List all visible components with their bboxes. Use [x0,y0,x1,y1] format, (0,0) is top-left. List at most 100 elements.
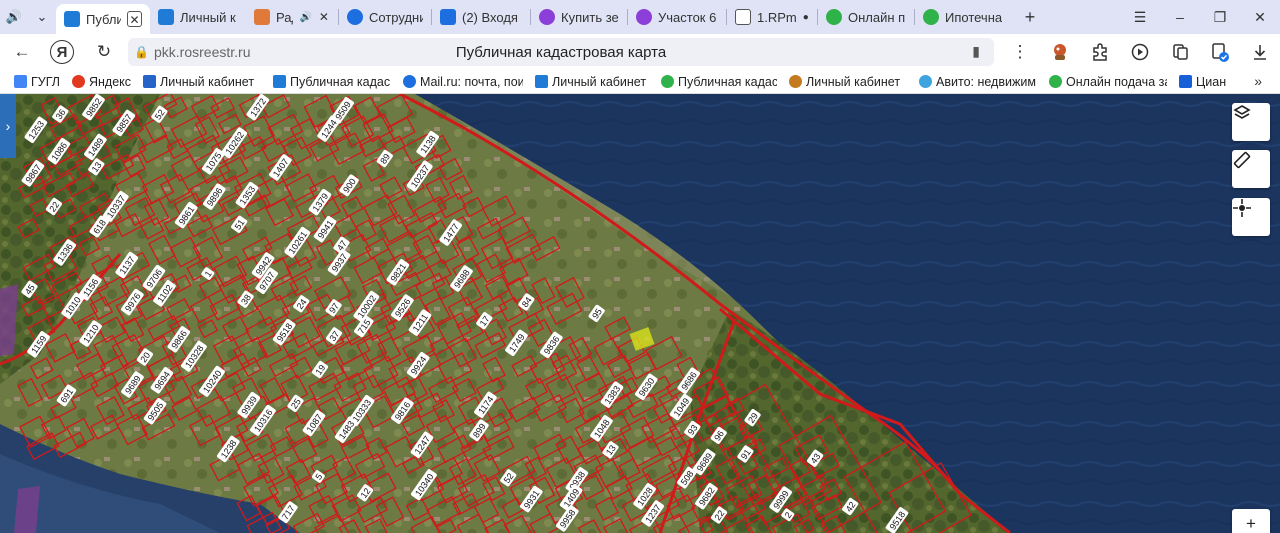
close-icon[interactable]: ✕ [318,9,330,25]
bookmark-label: Онлайн подача за [1066,74,1168,89]
tab-pkk[interactable]: Публи ✕ [56,4,150,34]
tab-lichny[interactable]: Личный к [150,3,246,31]
tab-rpm[interactable]: 1.RPm ● [727,3,817,31]
toolbar-right: ⋮ [1000,34,1280,70]
tab-title: Личный к [180,9,236,25]
bookmark-item[interactable]: Публичная кадас [661,75,777,89]
document-icon [735,9,751,25]
protect-check-icon[interactable] [1200,36,1240,68]
bookmark-label: Яндекс [88,74,132,89]
bookmark-item[interactable]: Циан [1179,75,1226,89]
page-title: Публичная кадастровая карта [455,43,667,61]
check-icon [661,75,675,88]
bookmark-label: Авито: недвижим [936,74,1036,89]
bookmark-label: Циан [1196,74,1227,89]
bookmark-item[interactable]: Публичная кадас [273,75,391,89]
tab-title: Ипотечна [945,9,1003,25]
minimize-button[interactable]: – [1160,0,1200,34]
tab-online[interactable]: Онлайн п [818,3,914,31]
zoom-in-button[interactable]: + [1232,509,1270,533]
bookmark-item[interactable]: Авито: недвижим [919,75,1037,89]
bookmark-label: Публичная кадас [678,74,778,89]
cadastral-map[interactable]: 9924 1 52 2 1407 9816 9518 25 36 22 24 13 17 9937 9938… [0,94,1280,533]
tab-title: Участок 6 [658,9,717,25]
tab-kupit[interactable]: Купить зе [531,3,627,31]
bookmark-label: Личный кабинет [160,74,255,89]
bookmark-item[interactable]: Яндекс [71,74,132,89]
bookmark-item[interactable]: Личный кабинет [789,75,907,89]
rosreestr-icon [273,75,287,88]
close-icon[interactable]: ✕ [127,11,142,27]
url-text[interactable]: pkk.rosreestr.ru [154,44,250,60]
bookmark-label: Mail.ru: почта, пои [420,74,524,89]
domclick-icon [826,9,842,25]
mail-at-icon [403,75,417,88]
yandex-button[interactable]: Я [50,40,74,64]
mail-at-icon [347,9,363,25]
rosreestr-icon [64,11,80,27]
collections-icon[interactable] [1160,36,1200,68]
layers-button[interactable] [1232,103,1270,141]
close-window-button[interactable]: ✕ [1240,0,1280,34]
navigation-bar: ← Я ↻ 🔒 pkk.rosreestr.ru Публичная кадас… [0,34,1280,70]
tab-inbox[interactable]: (2) Входя [432,3,530,31]
bookmark-label: ГУГЛ [31,74,60,89]
tab-title: Онлайн п [848,9,906,25]
cian-icon [1179,75,1193,88]
tab-title: Сотрудни [369,9,423,25]
extensions-puzzle-icon[interactable] [1080,36,1120,68]
mail-icon [440,9,456,25]
tab-strip: 🔊 ⌄ Публи ✕ Личный к Рад 🔊 ✕ Сотрудни (2… [0,0,1280,34]
more-menu-button[interactable]: ⋮ [1000,36,1040,68]
address-bar[interactable]: 🔒 pkk.rosreestr.ru Публичная кадастровая… [128,38,994,66]
gosuslugi-icon [143,75,157,88]
rosreestr-icon [535,75,549,88]
google-icon [14,75,27,88]
menu-icon[interactable]: ☰ [1120,0,1160,34]
bookmark-label: Личный кабинет [552,74,647,89]
sidebar-toggle-button[interactable]: › [0,94,16,158]
restore-button[interactable]: ❐ [1200,0,1240,34]
audio-icon[interactable]: 🔊 [299,12,311,23]
cabinet-icon [789,75,803,88]
bookmarks-overflow-button[interactable]: » [1254,73,1262,89]
ruler-icon [1233,151,1251,169]
bookmark-item[interactable]: Mail.ru: почта, пои [403,75,523,89]
unsaved-dot-icon: ● [802,11,809,23]
bookmarks-bar: ГУГЛ Яндекс Личный кабинет Публичная кад… [0,70,1280,94]
avito-icon [636,9,652,25]
new-tab-button[interactable]: + [1017,4,1043,30]
bookmark-item[interactable]: Онлайн подача за [1049,75,1167,89]
bookmark-label: Личный кабинет [806,74,901,89]
media-play-icon[interactable] [1120,36,1160,68]
reload-button[interactable]: ↻ [88,36,120,68]
layers-icon [1233,105,1251,119]
extension-avatar-icon[interactable] [1040,36,1080,68]
tab-title: 1.RPm [757,9,797,25]
audio-icon[interactable]: 🔊 [0,3,28,31]
tab-uchastok[interactable]: Участок 6 [628,3,726,31]
bookmark-icon[interactable]: ▮ [972,43,980,60]
crosshair-icon [1233,199,1251,217]
bookmark-item[interactable]: Личный кабинет [535,75,649,89]
tab-radio[interactable]: Рад 🔊 ✕ [246,3,338,31]
avito-icon [539,9,555,25]
map-canvas[interactable]: 9924152214079816951825362224131799379938… [0,94,1280,533]
special-zone [14,486,40,533]
locate-button[interactable] [1232,198,1270,236]
tab-sotrudnik[interactable]: Сотрудни [339,3,431,31]
ruler-button[interactable] [1232,150,1270,188]
bookmark-item[interactable]: ГУГЛ [14,75,60,89]
lock-icon: 🔒 [134,45,149,59]
avito-icon [919,75,933,88]
back-button[interactable]: ← [6,36,38,68]
bookmark-item[interactable]: Личный кабинет [143,75,261,89]
tab-title: Публи [86,11,121,27]
tab-ipoteka[interactable]: Ипотечна [915,3,1011,31]
tab-list-chevron-icon[interactable]: ⌄ [28,3,56,31]
window-controls: ☰ – ❐ ✕ [1120,0,1280,34]
tab-title: Купить зе [561,9,619,25]
download-icon[interactable] [1240,36,1280,68]
yandex-icon [71,75,85,88]
radio-icon [254,9,270,25]
